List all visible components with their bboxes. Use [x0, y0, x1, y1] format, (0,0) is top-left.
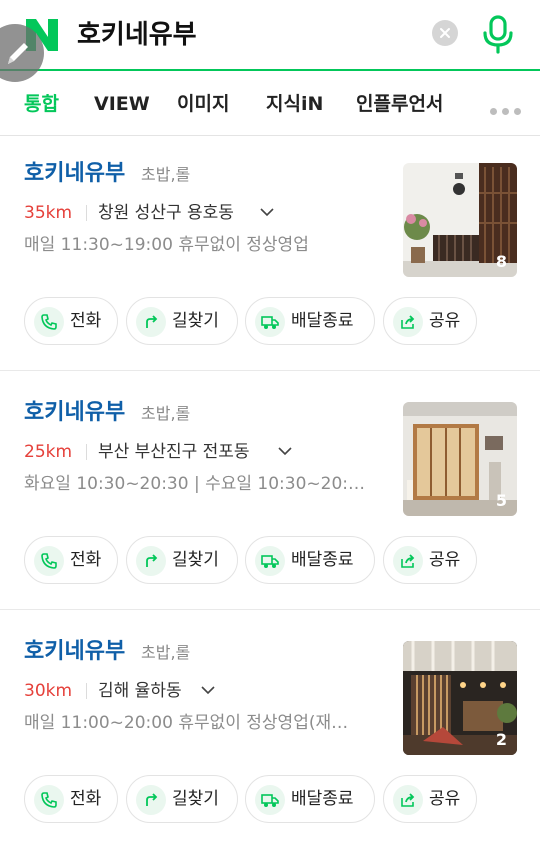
share-label: 공유 [429, 311, 461, 331]
place-hours: 화요일 10:30~20:30 | 수요일 10:30~20:… [24, 474, 366, 494]
share-label: 공유 [429, 789, 461, 809]
delivery-button[interactable]: 배달종료 [245, 297, 375, 345]
phone-icon [34, 785, 64, 815]
place-category: 초밥,롤 [141, 404, 191, 423]
share-label: 공유 [429, 550, 461, 570]
separator [86, 444, 87, 460]
chevron-down-icon[interactable] [259, 204, 275, 220]
photo-count: 5 [495, 491, 507, 510]
place-photo[interactable]: 5 [403, 402, 517, 516]
mic-icon[interactable] [480, 14, 516, 54]
directions-button[interactable]: 길찾기 [126, 536, 238, 584]
directions-label: 길찾기 [172, 550, 219, 570]
tab-knowledge-in[interactable]: 지식iN [266, 90, 323, 118]
call-button[interactable]: 전화 [24, 297, 118, 345]
directions-button[interactable]: 길찾기 [126, 297, 238, 345]
delivery-label: 배달종료 [291, 550, 354, 570]
search-underline [0, 69, 540, 71]
call-label: 전화 [70, 311, 102, 331]
result-divider [0, 609, 540, 610]
search-bar: 호키네유부 [0, 0, 540, 71]
directions-icon [136, 785, 166, 815]
more-tabs-icon[interactable] [490, 100, 530, 115]
place-category: 초밥,롤 [141, 643, 191, 662]
directions-label: 길찾기 [172, 311, 219, 331]
call-button[interactable]: 전화 [24, 536, 118, 584]
delivery-label: 배달종료 [291, 789, 354, 809]
phone-icon [34, 307, 64, 337]
place-distance: 30km [24, 681, 73, 701]
place-hours: 매일 11:00~20:00 휴무없이 정상영업(재… [24, 713, 349, 733]
separator [86, 683, 87, 699]
clear-icon[interactable] [432, 20, 458, 46]
place-address[interactable]: 부산 부산진구 전포동 [98, 440, 250, 464]
delivery-button[interactable]: 배달종료 [245, 536, 375, 584]
place-address[interactable]: 김해 율하동 [98, 679, 182, 703]
directions-icon [136, 307, 166, 337]
place-category: 초밥,롤 [141, 165, 191, 184]
photo-count: 8 [495, 252, 507, 271]
place-address[interactable]: 창원 성산구 용호동 [98, 201, 234, 225]
share-button[interactable]: 공유 [383, 775, 477, 823]
place-photo[interactable]: 2 [403, 641, 517, 755]
delivery-label: 배달종료 [291, 311, 354, 331]
place-photo[interactable]: 8 [403, 163, 517, 277]
delivery-icon [255, 785, 285, 815]
tab-view[interactable]: VIEW [94, 90, 150, 118]
tab-influencer[interactable]: 인플루언서 [356, 90, 443, 118]
delivery-icon [255, 546, 285, 576]
tab-all[interactable]: 통합 [24, 90, 59, 118]
place-name[interactable]: 호키네유부 [24, 636, 125, 668]
place-name[interactable]: 호키네유부 [24, 158, 125, 190]
share-icon [393, 785, 423, 815]
search-query[interactable]: 호키네유부 [77, 17, 197, 53]
tab-images[interactable]: 이미지 [177, 90, 229, 118]
share-icon [393, 546, 423, 576]
share-button[interactable]: 공유 [383, 536, 477, 584]
phone-icon [34, 546, 64, 576]
call-label: 전화 [70, 550, 102, 570]
call-button[interactable]: 전화 [24, 775, 118, 823]
chevron-down-icon[interactable] [277, 443, 293, 459]
directions-label: 길찾기 [172, 789, 219, 809]
result-divider [0, 370, 540, 371]
directions-button[interactable]: 길찾기 [126, 775, 238, 823]
chevron-down-icon[interactable] [200, 682, 216, 698]
delivery-icon [255, 307, 285, 337]
separator [86, 205, 87, 221]
place-distance: 25km [24, 442, 73, 462]
place-distance: 35km [24, 203, 73, 223]
share-icon [393, 307, 423, 337]
photo-count: 2 [495, 730, 507, 749]
call-label: 전화 [70, 789, 102, 809]
place-hours: 매일 11:30~19:00 휴무없이 정상영업 [24, 235, 309, 255]
share-button[interactable]: 공유 [383, 297, 477, 345]
directions-icon [136, 546, 166, 576]
place-name[interactable]: 호키네유부 [24, 397, 125, 429]
tab-bar: 통합 VIEW 이미지 지식iN 인플루언서 [0, 72, 540, 136]
delivery-button[interactable]: 배달종료 [245, 775, 375, 823]
